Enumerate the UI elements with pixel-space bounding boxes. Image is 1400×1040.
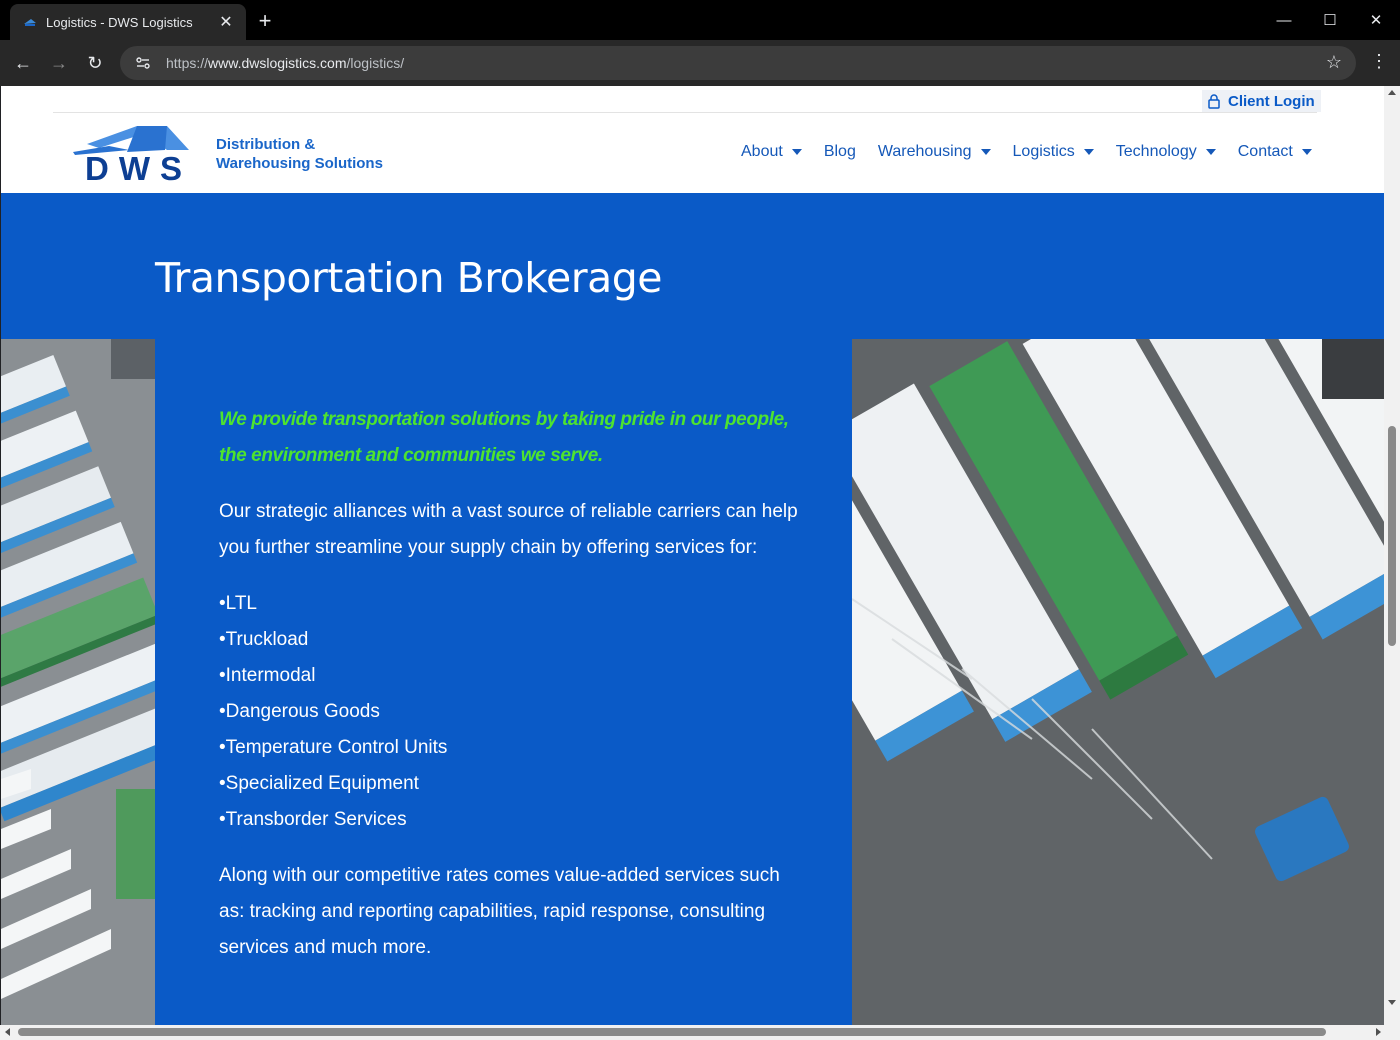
intro-paragraph: Our strategic alliances with a vast sour…: [219, 501, 798, 558]
header-divider: [53, 112, 1317, 113]
client-login-link[interactable]: Client Login: [1202, 90, 1321, 112]
scroll-up-icon[interactable]: [1388, 90, 1396, 95]
tagline-text: We provide transportation solutions by t…: [219, 409, 789, 466]
list-item: Truckload: [219, 622, 809, 658]
caret-down-icon: [791, 149, 802, 155]
reload-icon[interactable]: ↻: [81, 49, 109, 77]
caret-down-icon: [1301, 149, 1312, 155]
list-item: Transborder Services: [219, 802, 809, 838]
horizontal-scroll-thumb[interactable]: [18, 1028, 1326, 1036]
logo-tagline: Distribution & Warehousing Solutions: [216, 136, 383, 172]
list-item: Specialized Equipment: [219, 766, 809, 802]
list-item: LTL: [219, 586, 809, 622]
logo-letters: DWS: [85, 150, 192, 184]
new-tab-button[interactable]: +: [252, 8, 278, 34]
minimize-button[interactable]: —: [1264, 6, 1304, 34]
main-nav: About Blog Warehousing Logistics Technol…: [741, 143, 1312, 161]
page-title: Transportation Brokerage: [155, 254, 663, 302]
trailer-dock-photo-left: [1, 339, 155, 1025]
nav-contact[interactable]: Contact: [1238, 143, 1312, 161]
address-bar[interactable]: https://www.dwslogistics.com/logistics/ …: [120, 46, 1356, 80]
horizontal-scrollbar[interactable]: [0, 1025, 1400, 1040]
trailer-yard-photo-right: [852, 339, 1384, 1025]
services-list: LTL Truckload Intermodal Dangerous Goods…: [219, 586, 809, 838]
closing-paragraph: Along with our competitive rates comes v…: [219, 865, 780, 958]
list-item: Dangerous Goods: [219, 694, 809, 730]
caret-down-icon: [980, 149, 991, 155]
nav-about[interactable]: About: [741, 143, 802, 161]
browser-menu-icon[interactable]: ⋮: [1370, 52, 1388, 70]
nav-logistics[interactable]: Logistics: [1013, 143, 1094, 161]
nav-technology[interactable]: Technology: [1116, 143, 1216, 161]
browser-toolbar: ← → ↻ https://www.dwslogistics.com/logis…: [0, 40, 1400, 86]
url-text: https://www.dwslogistics.com/logistics/: [166, 55, 405, 71]
tab-title: Logistics - DWS Logistics: [46, 14, 193, 30]
dws-logo[interactable]: DWS: [69, 122, 199, 187]
caret-down-icon: [1083, 149, 1094, 155]
nav-warehousing[interactable]: Warehousing: [878, 143, 991, 161]
nav-blog[interactable]: Blog: [824, 143, 856, 161]
scroll-right-icon[interactable]: [1376, 1028, 1381, 1036]
site-header: Client Login DWS Distribution & Warehous…: [1, 86, 1384, 193]
site-info-icon[interactable]: [130, 50, 156, 76]
caret-down-icon: [1205, 149, 1216, 155]
close-window-button[interactable]: ✕: [1356, 6, 1396, 34]
list-item: Temperature Control Units: [219, 730, 809, 766]
scroll-left-icon[interactable]: [5, 1028, 10, 1036]
list-item: Intermodal: [219, 658, 809, 694]
site-favicon-icon: [22, 14, 38, 30]
browser-tab[interactable]: Logistics - DWS Logistics ✕: [10, 4, 246, 40]
content-column: We provide transportation solutions by t…: [219, 402, 809, 966]
client-login-label: Client Login: [1228, 92, 1315, 110]
page-viewport: Client Login DWS Distribution & Warehous…: [1, 86, 1384, 1025]
forward-arrow-icon[interactable]: →: [45, 49, 73, 77]
maximize-button[interactable]: ☐: [1310, 6, 1350, 34]
lock-icon: [1208, 93, 1220, 109]
vertical-scrollbar[interactable]: [1384, 86, 1400, 1025]
tab-close-icon[interactable]: ✕: [216, 12, 236, 32]
scroll-down-icon[interactable]: [1388, 1000, 1396, 1005]
bookmark-star-icon[interactable]: ☆: [1326, 52, 1342, 73]
vertical-scroll-thumb[interactable]: [1388, 426, 1396, 646]
back-arrow-icon[interactable]: ←: [9, 49, 37, 77]
browser-titlebar: Logistics - DWS Logistics ✕ + — ☐ ✕: [0, 0, 1400, 40]
